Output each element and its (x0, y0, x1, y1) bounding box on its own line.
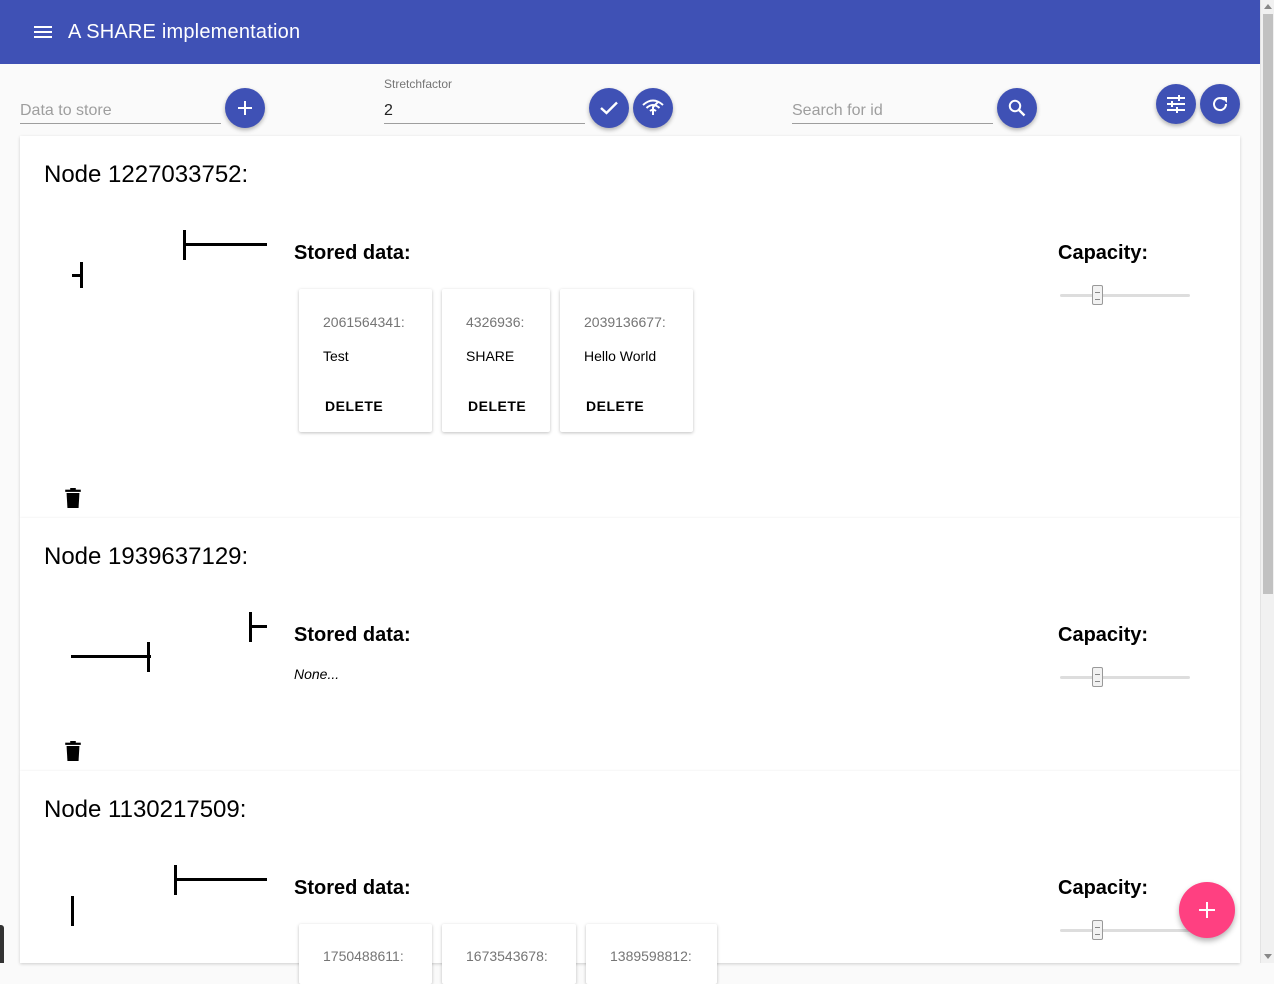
data-item-id: 4326936: (466, 314, 525, 330)
menu-button[interactable] (28, 17, 58, 47)
menu-icon (34, 26, 52, 38)
app-bar: A SHARE implementation (0, 0, 1260, 64)
delete-node-icon[interactable] (65, 741, 81, 761)
stored-data-label: Stored data: (294, 624, 411, 646)
tune-icon (1167, 95, 1185, 113)
node-card: Node 1130217509: Stored data: Capacity: … (20, 771, 1240, 984)
scroll-down-arrow-icon[interactable] (1264, 954, 1272, 959)
add-node-button[interactable] (1179, 882, 1235, 938)
capacity-slider[interactable] (1060, 920, 1190, 940)
slider-thumb[interactable] (1092, 667, 1103, 687)
capacity-label: Capacity: (1058, 624, 1149, 646)
network-signal-icon (642, 99, 664, 115)
refresh-button[interactable] (1200, 84, 1240, 124)
search-icon (1008, 99, 1026, 117)
capacity-label: Capacity: (1058, 242, 1149, 264)
capacity-label: Capacity: (1058, 877, 1149, 899)
data-item-card: 2039136677: Hello World DELETE (560, 289, 693, 432)
data-item-card: 4326936: SHARE DELETE (442, 289, 550, 432)
data-item-card: 2061564341: Test DELETE (299, 289, 432, 432)
stretchfactor-input[interactable] (384, 98, 585, 122)
check-icon (600, 101, 618, 115)
data-item-card: 1750488611: (299, 924, 432, 984)
stored-data-label: Stored data: (294, 877, 411, 899)
search-id-input[interactable] (792, 98, 993, 122)
search-field (792, 98, 993, 124)
delete-node-icon[interactable] (65, 488, 81, 508)
slider-thumb[interactable] (1092, 920, 1103, 940)
scroll-up-arrow-icon[interactable] (1264, 4, 1272, 9)
app-title: A SHARE implementation (68, 20, 301, 43)
plus-icon (1199, 902, 1215, 918)
delete-button[interactable]: DELETE (325, 398, 383, 414)
data-item-id: 1673543678: (466, 948, 548, 964)
data-item-id: 2061564341: (323, 314, 405, 330)
delete-button[interactable]: DELETE (468, 398, 526, 414)
scroll-thumb[interactable] (1263, 14, 1273, 594)
stretchfactor-field: Stretchfactor (384, 77, 585, 124)
data-item-id: 1389598812: (610, 948, 692, 964)
node-card: Node 1939637129: Stored data: None... Ca… (20, 518, 1240, 771)
search-button[interactable] (997, 88, 1037, 128)
delete-button[interactable]: DELETE (586, 398, 644, 414)
node-card: Node 1227033752: Stored data: Capacity: … (20, 136, 1240, 518)
node-title: Node 1939637129: (44, 543, 249, 570)
stretchfactor-label: Stretchfactor (384, 77, 453, 91)
refresh-icon (1213, 97, 1228, 112)
data-item-id: 1750488611: (323, 948, 404, 964)
window-edge (0, 925, 4, 963)
add-data-button[interactable] (225, 88, 265, 128)
data-item-value: Test (323, 348, 349, 364)
slider-thumb[interactable] (1092, 285, 1103, 305)
node-title: Node 1130217509: (44, 796, 247, 823)
data-item-value: SHARE (466, 348, 515, 364)
data-item-card: 1673543678: (442, 924, 576, 984)
node-title: Node 1227033752: (44, 161, 249, 188)
data-field (20, 98, 221, 124)
data-item-value: Hello World (584, 348, 657, 364)
stored-data-label: Stored data: (294, 242, 411, 264)
apply-stretchfactor-button[interactable] (589, 88, 629, 128)
settings-button[interactable] (1156, 84, 1196, 124)
data-item-id: 2039136677: (584, 314, 666, 330)
capacity-slider[interactable] (1060, 285, 1190, 305)
capacity-slider[interactable] (1060, 667, 1190, 687)
network-button[interactable] (633, 88, 673, 128)
no-data-text: None... (294, 666, 340, 682)
plus-icon (238, 101, 252, 115)
data-item-card: 1389598812: (586, 924, 717, 984)
scrollbar[interactable] (1260, 0, 1274, 963)
data-to-store-input[interactable] (20, 98, 221, 122)
